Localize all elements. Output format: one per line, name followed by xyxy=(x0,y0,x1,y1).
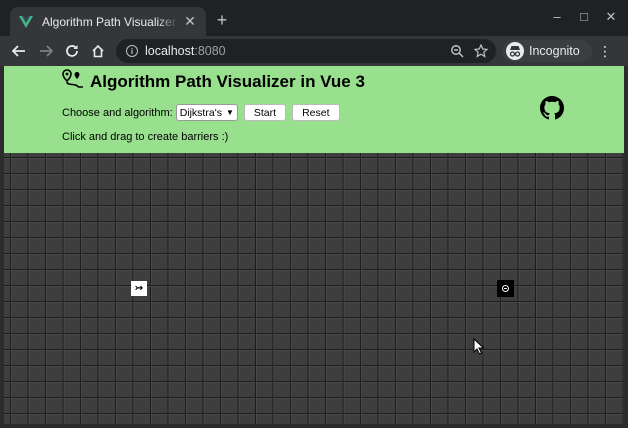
forward-arrow-icon xyxy=(40,45,53,57)
chevron-down-icon: ▼ xyxy=(225,108,234,117)
incognito-icon xyxy=(506,42,524,60)
close-window-button[interactable]: ✕ xyxy=(603,9,619,25)
browser-tab[interactable]: Algorithm Path Visualizer in Vue 3 ✕ xyxy=(10,7,206,36)
start-node[interactable]: ↣ xyxy=(131,281,147,296)
tab-close-icon[interactable]: ✕ xyxy=(182,13,198,30)
reset-button[interactable]: Reset xyxy=(292,104,340,121)
control-row: Choose and algorithm: Dijkstra's ▼ Start… xyxy=(62,104,346,121)
start-button[interactable]: Start xyxy=(243,104,287,121)
tab-title: Algorithm Path Visualizer in Vue 3 xyxy=(42,14,178,29)
back-arrow-icon xyxy=(12,45,25,57)
end-node[interactable] xyxy=(497,280,514,297)
github-icon[interactable] xyxy=(540,96,564,120)
site-info-icon[interactable]: i xyxy=(126,45,138,57)
minimize-button[interactable]: – xyxy=(549,9,565,24)
forward-button[interactable] xyxy=(37,42,55,60)
bookmark-star-icon[interactable] xyxy=(474,44,488,58)
target-icon xyxy=(502,285,509,292)
algorithm-label: Choose and algorithm: xyxy=(62,106,173,119)
page-title: Algorithm Path Visualizer in Vue 3 xyxy=(90,72,365,91)
tab-strip: Algorithm Path Visualizer in Vue 3 ✕ + –… xyxy=(0,0,628,36)
back-button[interactable] xyxy=(10,42,28,60)
home-button[interactable] xyxy=(89,42,107,60)
incognito-badge[interactable]: Incognito xyxy=(502,40,592,62)
url-port: :8080 xyxy=(194,44,226,58)
vue-logo-icon xyxy=(19,15,33,28)
reload-icon xyxy=(66,45,78,57)
home-icon xyxy=(92,44,104,58)
algorithm-selected-value: Dijkstra's xyxy=(179,106,222,119)
app-header: Algorithm Path Visualizer in Vue 3 Choos… xyxy=(4,66,624,153)
mouse-pointer-icon xyxy=(473,338,485,355)
algorithm-select[interactable]: Dijkstra's ▼ xyxy=(175,104,238,121)
url-host: localhost xyxy=(145,44,195,58)
reload-button[interactable] xyxy=(63,42,81,60)
zoom-icon[interactable] xyxy=(450,44,464,58)
page-viewport: Algorithm Path Visualizer in Vue 3 Choos… xyxy=(4,66,624,424)
address-bar[interactable]: i localhost:8080 xyxy=(116,39,496,63)
map-route-icon xyxy=(62,69,83,88)
hint-text: Click and drag to create barriers :) xyxy=(62,131,229,143)
browser-toolbar: i localhost:8080 Incognito ⋮ xyxy=(0,36,628,66)
maximize-button[interactable]: □ xyxy=(576,9,592,24)
browser-menu-icon[interactable]: ⋮ xyxy=(598,43,612,59)
incognito-label: Incognito xyxy=(529,44,580,58)
pathfinding-grid[interactable]: ↣ xyxy=(4,153,624,424)
new-tab-button[interactable]: + xyxy=(212,10,232,30)
